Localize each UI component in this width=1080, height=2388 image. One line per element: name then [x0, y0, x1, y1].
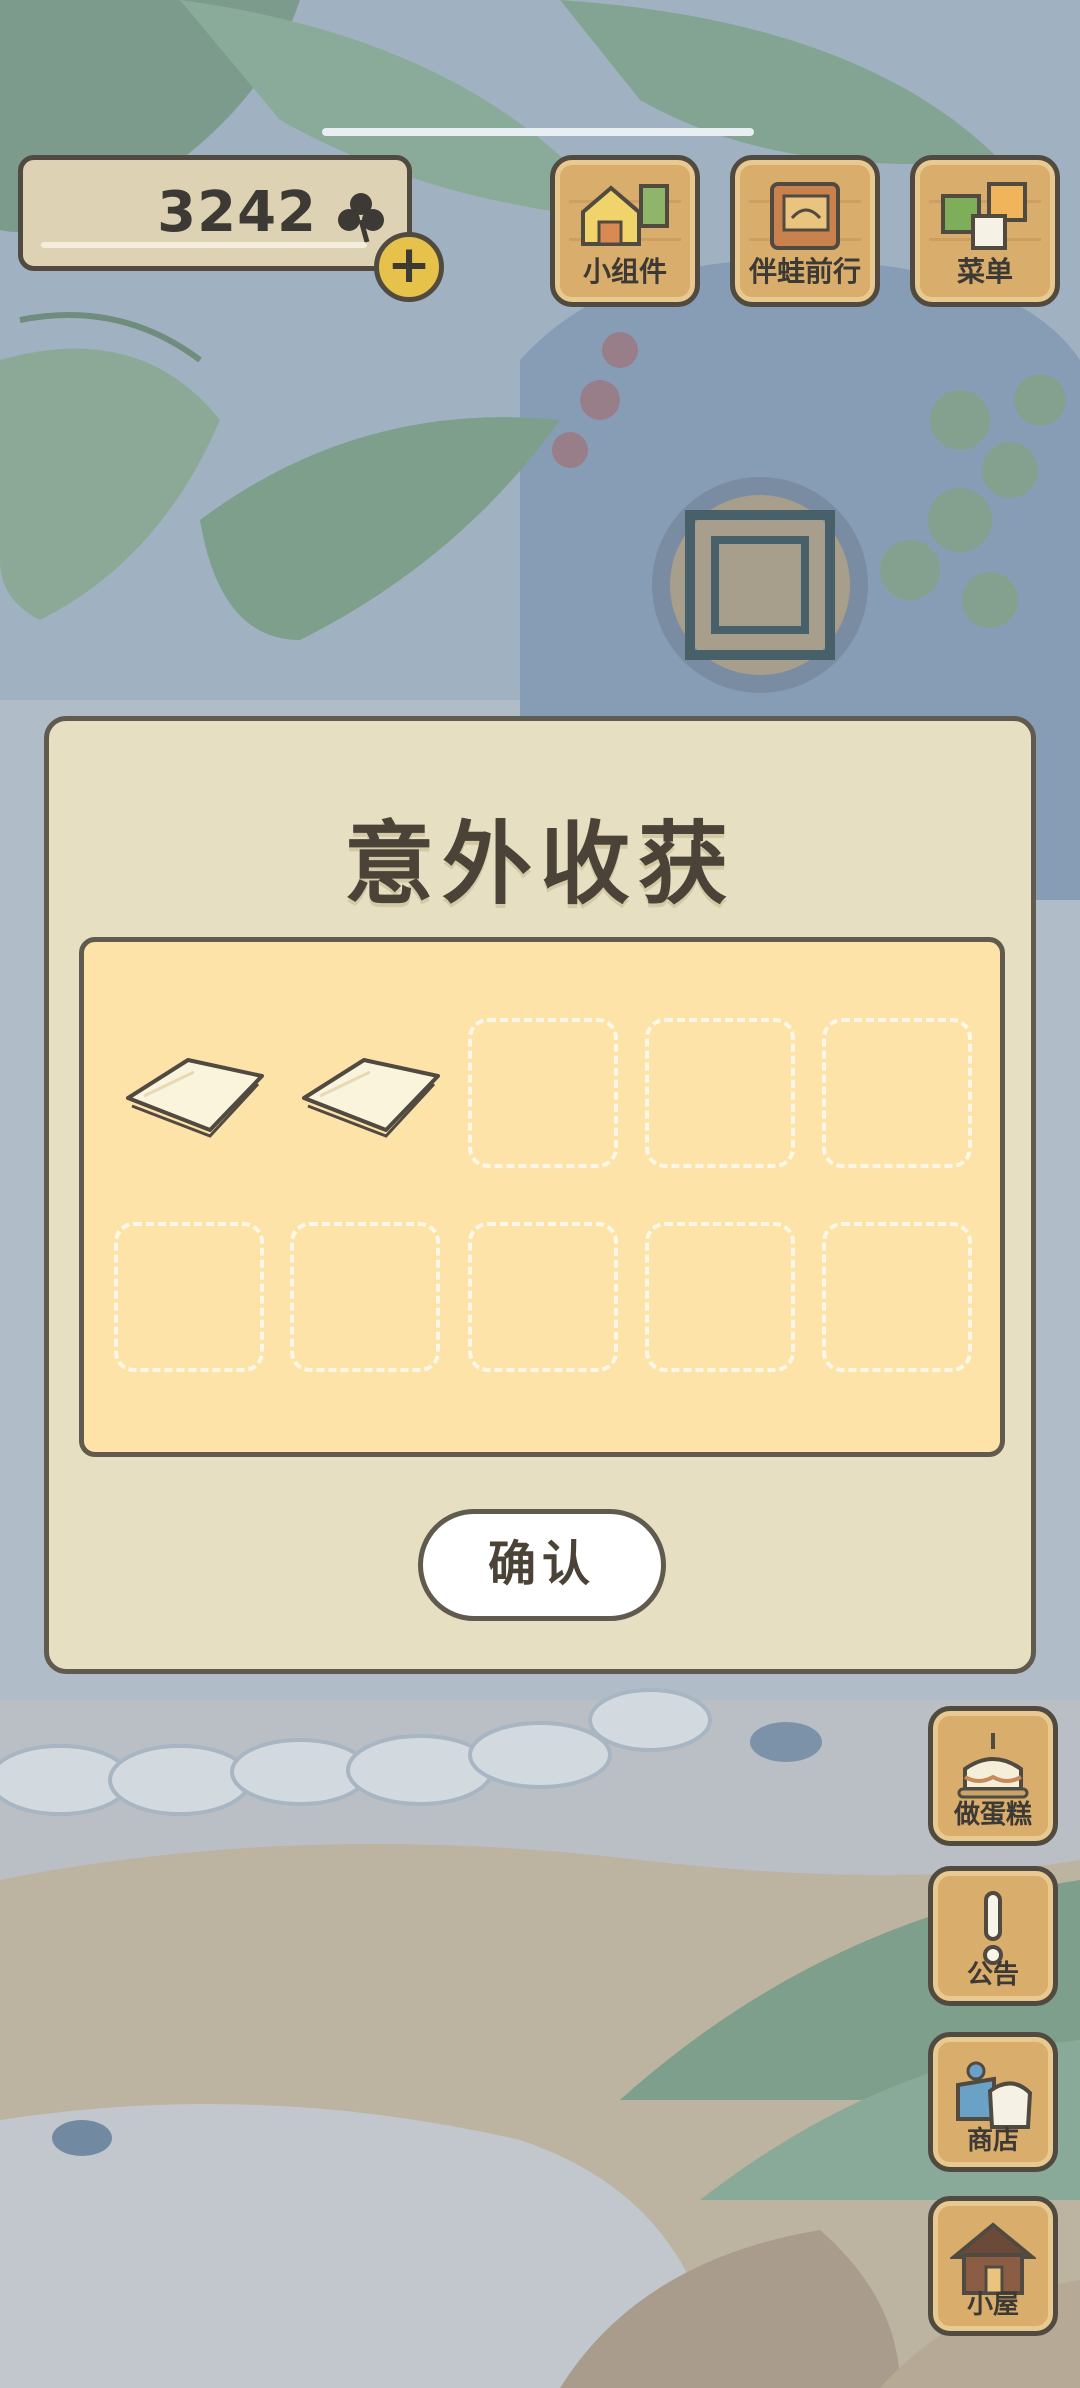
reward-slot-7: [290, 1222, 440, 1372]
widget-label: 小组件: [582, 255, 667, 288]
reward-slot-6: [114, 1222, 264, 1372]
menu-label: 菜单: [956, 255, 1013, 288]
paper-icon: [126, 1058, 264, 1138]
shop-label: 商店: [966, 2126, 1019, 2156]
dialog-title: 意外收获: [344, 812, 736, 917]
notebook-icon: [770, 182, 840, 250]
announcement-label: 公告: [966, 1960, 1019, 1990]
make-cake-label: 做蛋糕: [953, 1800, 1032, 1830]
reward-slot-2[interactable]: [290, 1018, 440, 1168]
travel-with-frog-label: 伴蛙前行: [748, 255, 861, 288]
confirm-button[interactable]: 确认: [418, 1509, 666, 1621]
cottage-label: 小屋: [966, 2290, 1019, 2320]
reward-slot-3: [468, 1018, 618, 1168]
clover-counter: 3242: [18, 155, 412, 271]
clover-count: 3242: [157, 180, 317, 245]
widget-button[interactable]: 小组件: [550, 155, 700, 307]
announcement-button[interactable]: 公告: [928, 1866, 1058, 2006]
reward-slot-5: [822, 1018, 972, 1168]
top-handle: [322, 128, 754, 136]
widget-icon: [581, 184, 669, 246]
unexpected-harvest-dialog: 意外收获 确认: [44, 716, 1036, 1674]
reward-slot-9: [645, 1222, 795, 1372]
reward-slot-4: [645, 1018, 795, 1168]
reward-slot-10: [822, 1222, 972, 1372]
reward-slot-1[interactable]: [114, 1018, 264, 1168]
make-cake-button[interactable]: 做蛋糕: [928, 1706, 1058, 1846]
clover-icon: [333, 188, 389, 248]
reward-slot-8: [468, 1222, 618, 1372]
menu-icon: [941, 182, 1027, 250]
add-clover-button[interactable]: +: [374, 232, 444, 302]
menu-button[interactable]: 菜单: [910, 155, 1060, 307]
reward-grid: [79, 937, 1005, 1457]
shop-button[interactable]: 商店: [928, 2032, 1058, 2172]
cottage-button[interactable]: 小屋: [928, 2196, 1058, 2336]
travel-with-frog-button[interactable]: 伴蛙前行: [730, 155, 880, 307]
paper-icon: [302, 1058, 440, 1138]
